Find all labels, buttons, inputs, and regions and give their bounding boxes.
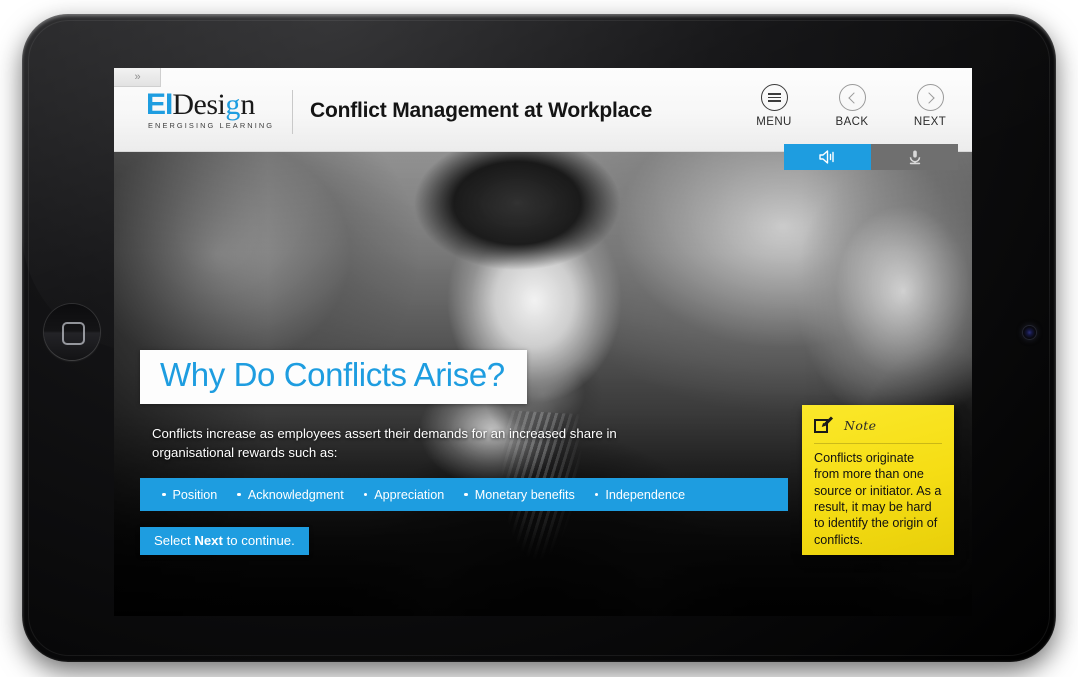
menu-button[interactable]: MENU	[746, 84, 802, 128]
logo-n-text: n	[240, 88, 255, 121]
slide-stage: Why Do Conflicts Arise? Conflicts increa…	[114, 152, 972, 616]
note-header: Note	[814, 414, 942, 436]
bullet-dot-icon	[363, 492, 368, 497]
bullet-dot-icon	[237, 492, 241, 497]
continue-instruction: Select Next to continue.	[140, 527, 309, 555]
bullet-item: Independence	[594, 487, 686, 502]
transcript-button[interactable]	[871, 144, 958, 170]
slide-body-text: Conflicts increase as employees assert t…	[152, 426, 617, 461]
back-button[interactable]: BACK	[824, 84, 880, 128]
audio-toggle-button[interactable]	[784, 144, 871, 170]
expand-sidebar-button[interactable]: »	[114, 68, 161, 87]
hamburger-menu-icon	[760, 84, 788, 111]
bullet-dot-icon	[162, 492, 166, 497]
media-controls	[784, 144, 958, 170]
next-button[interactable]: NEXT	[902, 84, 958, 128]
bullet-item: Monetary benefits	[464, 488, 575, 502]
page-title: Conflict Management at Workplace	[310, 99, 653, 122]
logo-design-text: Desi	[172, 88, 226, 121]
slide-heading-band: Why Do Conflicts Arise?	[140, 350, 527, 404]
logo-g-text: g	[225, 88, 241, 121]
tablet-device: » EIDesign ENERGISING LEARNING Conflict …	[22, 14, 1056, 662]
bullet-label: Monetary benefits	[474, 487, 575, 502]
bullet-label: Appreciation	[374, 487, 445, 502]
bullet-label: Independence	[605, 487, 686, 502]
front-camera	[1023, 326, 1036, 339]
slide-heading: Why Do Conflicts Arise?	[160, 356, 505, 393]
bullet-item: Position	[162, 488, 217, 502]
chevron-left-icon	[838, 84, 866, 111]
menu-button-label: MENU	[756, 116, 792, 128]
eidesign-logo[interactable]: EIDesign ENERGISING LEARNING	[146, 90, 282, 134]
continue-prefix: Select	[154, 533, 195, 548]
bullet-label: Position	[172, 487, 218, 502]
bullet-item: Appreciation	[363, 487, 445, 502]
tablet-screen: » EIDesign ENERGISING LEARNING Conflict …	[114, 68, 972, 616]
note-divider	[814, 443, 942, 444]
next-button-label: NEXT	[913, 116, 947, 128]
microphone-icon	[909, 150, 920, 165]
sticky-note: Note Conflicts originate from more than …	[802, 405, 954, 555]
bullet-dot-icon	[594, 492, 599, 497]
continue-bold: Next	[194, 533, 223, 548]
logo-tagline: ENERGISING LEARNING	[148, 121, 275, 130]
double-chevron-right-icon: »	[134, 70, 140, 83]
note-title: Note	[844, 417, 877, 433]
continue-suffix: to continue.	[222, 533, 295, 548]
note-body-text: Conflicts originate from more than one s…	[814, 451, 942, 547]
course-header: EIDesign ENERGISING LEARNING Conflict Ma…	[114, 68, 972, 152]
home-button[interactable]	[44, 304, 100, 360]
edit-note-icon	[814, 415, 834, 434]
home-button-square-icon	[62, 322, 85, 345]
slide-bullet-bar: Position Acknowledgment Appreciation Moneta…	[140, 478, 788, 511]
bullet-label: Acknowledgment	[247, 487, 344, 502]
speaker-volume-icon	[818, 150, 834, 164]
bullet-dot-icon	[464, 492, 468, 497]
header-nav-group: MENU BACK NEXT	[746, 84, 958, 128]
chevron-right-icon	[916, 84, 944, 111]
logo-wordmark: EIDesign	[146, 90, 282, 120]
logo-ei-text: EI	[146, 88, 173, 121]
bullet-item: Acknowledgment	[237, 487, 344, 502]
back-button-label: BACK	[835, 116, 869, 128]
header-divider	[292, 90, 293, 134]
